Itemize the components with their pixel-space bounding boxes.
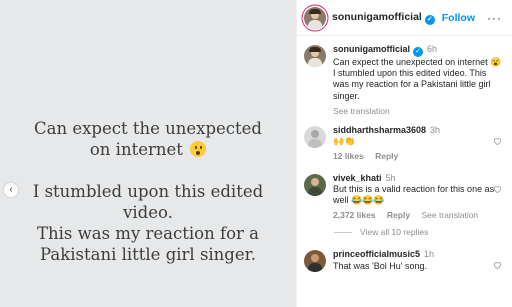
comments-list: sonunigamofficial ✓ 6h Can expect the unex… <box>297 36 512 273</box>
comment-time: 5h <box>385 172 396 183</box>
avatar[interactable] <box>304 126 326 149</box>
verified-badge-icon: ✓ <box>424 14 435 25</box>
comment-item: siddharthsharma3608 3h 🙌👏 12 likes Reply <box>304 125 502 163</box>
media-caption-text: Can expect the unexpected on internet I … <box>18 118 278 265</box>
comment-text-block: princeofficialmusic5 1h That was 'Bol Hu'… <box>333 249 502 271</box>
avatar[interactable] <box>304 45 326 67</box>
heart-icon[interactable] <box>493 261 502 270</box>
divider <box>334 231 352 233</box>
media-line-2-text: on internet <box>89 140 183 159</box>
comment-time: 3h <box>430 125 441 136</box>
view-replies-button[interactable]: View all 10 replies <box>334 227 502 237</box>
comment-item: vivek_khati 5h But this is a valid reacti… <box>304 173 502 222</box>
see-translation-link[interactable]: See translation <box>333 106 502 117</box>
header-username-text[interactable]: sonunigamofficial <box>332 11 422 23</box>
verified-badge-icon: ✓ <box>413 47 424 57</box>
media-line-1: Can expect the unexpected <box>34 119 262 138</box>
media-line-2: on internet <box>18 139 278 160</box>
caption-text-block: sonunigamofficial ✓ 6h Can expect the unex… <box>333 44 502 117</box>
caption: sonunigamofficial ✓ 6h Can expect the unex… <box>304 44 502 117</box>
chevron-left-icon[interactable]: ‹ <box>4 183 18 197</box>
more-options-icon[interactable]: ··· <box>487 11 502 25</box>
astonished-face-icon <box>190 141 207 157</box>
comment-time: 1h <box>424 249 435 260</box>
post-media[interactable]: Can expect the unexpected on internet I … <box>0 0 296 307</box>
comment-username[interactable]: princeofficialmusic5 <box>333 249 420 259</box>
comment-meta: 12 likes Reply <box>333 151 502 162</box>
media-line-5: This was my reaction for a <box>37 224 259 243</box>
heart-icon[interactable] <box>493 137 502 146</box>
view-replies-label[interactable]: View all 10 replies <box>360 227 428 237</box>
caption-text-2: I stumbled upon this edited video. This … <box>333 68 491 101</box>
comment-text-block: siddharthsharma3608 3h 🙌👏 12 likes Reply <box>333 125 502 163</box>
comment-item: princeofficialmusic5 1h That was 'Bol Hu'… <box>304 249 502 273</box>
reply-button[interactable]: Reply <box>387 210 410 220</box>
post-header: sonunigamofficial ✓ Follow ··· <box>297 0 512 36</box>
comment-username[interactable]: siddharthsharma3608 <box>333 125 426 135</box>
comment-text: 🙌👏 <box>333 136 356 147</box>
comment-likes[interactable]: 2,372 likes <box>333 210 376 220</box>
follow-button[interactable]: Follow <box>442 12 475 24</box>
media-line-3: I stumbled upon this edited <box>32 182 264 201</box>
comment-username[interactable]: vivek_khati <box>333 173 382 183</box>
heart-icon[interactable] <box>493 185 502 193</box>
post-sidebar: sonunigamofficial ✓ Follow ··· sonunigamo… <box>296 0 512 307</box>
avatar[interactable] <box>304 173 326 196</box>
media-line-4: video. <box>123 203 173 222</box>
avatar[interactable] <box>304 6 326 29</box>
comment-likes[interactable]: 12 likes <box>333 151 364 161</box>
comment-text: That was 'Bol Hu' song. <box>333 260 427 271</box>
reply-button[interactable]: Reply <box>375 151 398 161</box>
comment-text: But this is a valid reaction for this on… <box>333 183 495 206</box>
caption-username[interactable]: sonunigamofficial <box>333 44 410 54</box>
see-translation-link[interactable]: See translation <box>421 210 478 220</box>
comment-text-block: vivek_khati 5h But this is a valid reacti… <box>333 173 502 222</box>
comment-meta: 2,372 likes Reply See translation <box>333 210 502 221</box>
header-username[interactable]: sonunigamofficial ✓ <box>332 11 435 25</box>
caption-text-1: Can expect the unexpected on internet 😮 <box>333 57 502 67</box>
caption-time: 6h <box>427 44 438 54</box>
media-line-6: Pakistani little girl singer. <box>40 245 256 264</box>
avatar[interactable] <box>304 250 326 273</box>
